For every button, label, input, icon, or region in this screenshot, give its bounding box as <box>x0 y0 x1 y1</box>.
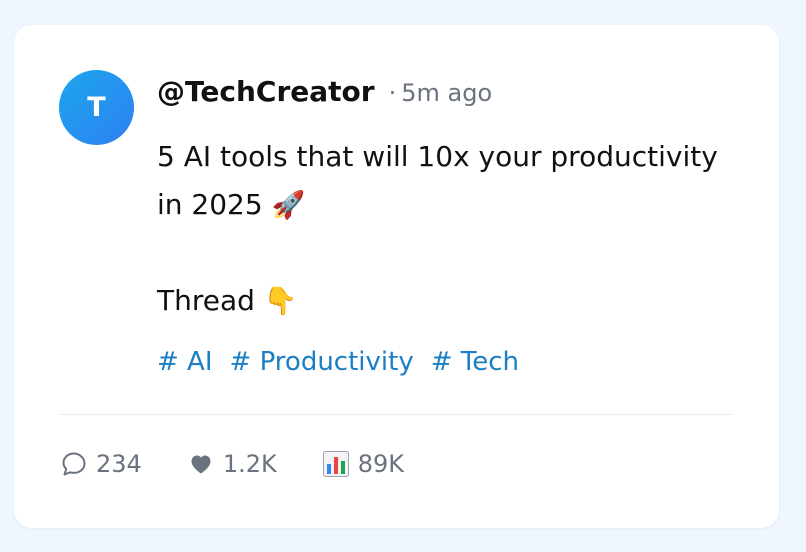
pointing-down-icon: 👇 <box>263 286 298 317</box>
post-line-blank <box>157 229 757 277</box>
post-line: Thread 👇 <box>157 284 298 317</box>
post-line: in 2025 🚀 <box>157 188 306 221</box>
avatar[interactable]: T <box>59 70 134 145</box>
views-count: 89K <box>357 450 404 478</box>
hashtag-ai[interactable]: # AI <box>157 347 213 377</box>
comment-bubble-icon <box>59 449 89 479</box>
post-card: T @TechCreator · 5m ago 5 AI tools that … <box>14 25 779 528</box>
author-handle[interactable]: @TechCreator <box>157 75 375 108</box>
rocket-icon: 🚀 <box>271 190 306 221</box>
header-separator: · <box>388 79 397 107</box>
avatar-initial: T <box>87 92 106 123</box>
hashtag-tech[interactable]: # Tech <box>431 347 519 377</box>
views-button[interactable]: 89K <box>321 449 404 479</box>
heart-icon <box>186 449 216 479</box>
post-line: 5 AI tools that will 10x your productivi… <box>157 140 718 173</box>
post-header: @TechCreator · 5m ago <box>157 75 492 108</box>
post-body: 5 AI tools that will 10x your productivi… <box>157 133 757 325</box>
post-timestamp: 5m ago <box>401 79 493 107</box>
hashtag-list: # AI # Productivity # Tech <box>157 347 536 377</box>
likes-count: 1.2K <box>222 450 277 478</box>
comments-count: 234 <box>96 450 142 478</box>
like-button[interactable]: 1.2K <box>186 449 277 479</box>
hashtag-productivity[interactable]: # Productivity <box>230 347 414 377</box>
bar-chart-icon <box>321 449 351 479</box>
engagement-bar: 234 1.2K 89K <box>59 449 448 479</box>
divider <box>59 414 734 415</box>
comments-button[interactable]: 234 <box>59 449 142 479</box>
